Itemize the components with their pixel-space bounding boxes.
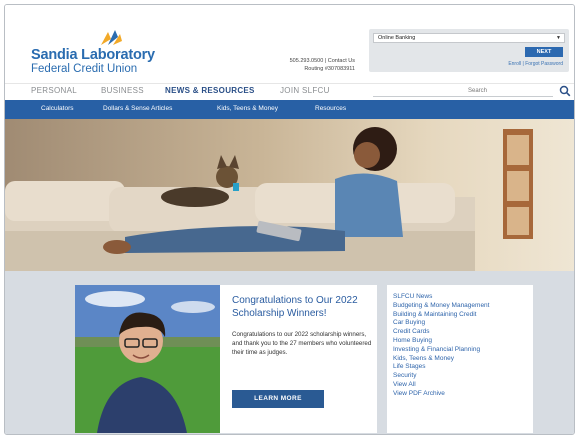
resource-link[interactable]: Budgeting & Money Management <box>393 302 527 311</box>
slfcu-logo-icon <box>101 30 122 45</box>
logo-text-line1: Sandia Laboratory <box>31 47 155 63</box>
login-panel: Online Banking ▼ NEXT Enroll | Forgot Pa… <box>369 29 569 72</box>
subnav-calculators[interactable]: Calculators <box>41 105 74 112</box>
subnav-dollars-sense-articles[interactable]: Dollars & Sense Articles <box>103 105 172 112</box>
tab-news-resources[interactable]: NEWS & RESOURCES <box>165 86 255 95</box>
phone-number[interactable]: 505.293.0500 <box>290 58 324 64</box>
tab-join-slfcu[interactable]: JOIN SLFCU <box>280 86 330 95</box>
search-underline <box>373 96 553 97</box>
site-header: Sandia Laboratory Federal Credit Union 5… <box>5 5 574 83</box>
feature-title: Congratulations to Our 2022 Scholarship … <box>232 295 358 319</box>
resource-link[interactable]: Investing & Financial Planning <box>393 346 527 355</box>
contact-us-link[interactable]: Contact Us <box>328 58 355 64</box>
chevron-down-icon: ▼ <box>556 35 561 41</box>
resource-link[interactable]: Security <box>393 372 527 381</box>
browser-frame: Sandia Laboratory Federal Credit Union 5… <box>4 4 575 435</box>
hero-image <box>5 119 574 271</box>
resource-link[interactable]: Home Buying <box>393 337 527 346</box>
feature-body: Congratulations to our 2022 scholarship … <box>232 331 372 356</box>
tab-business[interactable]: BUSINESS <box>101 86 144 95</box>
subnav-resources[interactable]: Resources <box>315 105 346 112</box>
online-banking-select[interactable]: Online Banking ▼ <box>373 33 565 43</box>
main-nav: PERSONAL BUSINESS NEWS & RESOURCES JOIN … <box>5 83 574 98</box>
sub-nav: Calculators Dollars & Sense Articles Kid… <box>5 100 574 119</box>
resource-links-panel: SLFCU News Budgeting & Money Management … <box>387 285 533 433</box>
search-icon[interactable] <box>559 85 571 97</box>
login-links: Enroll | Forgot Password <box>508 61 563 67</box>
resource-link[interactable]: View All <box>393 381 527 390</box>
next-button[interactable]: NEXT <box>525 47 563 57</box>
subnav-kids-teens-money[interactable]: Kids, Teens & Money <box>217 105 278 112</box>
search-input[interactable]: Search <box>468 88 487 94</box>
logo-text-line2: Federal Credit Union <box>31 63 138 75</box>
routing-number: Routing #307083911 <box>304 66 355 72</box>
learn-more-button[interactable]: LEARN MORE <box>232 390 324 408</box>
enroll-link[interactable]: Enroll <box>508 61 521 67</box>
contact-info: 505.293.0500 | Contact Us Routing #30708… <box>255 57 355 73</box>
resource-links-list: SLFCU News Budgeting & Money Management … <box>393 293 527 399</box>
resource-link[interactable]: Car Buying <box>393 319 527 328</box>
resource-link[interactable]: Life Stages <box>393 363 527 372</box>
feature-card: Congratulations to Our 2022 Scholarship … <box>75 285 377 433</box>
tab-personal[interactable]: PERSONAL <box>31 86 77 95</box>
resource-link[interactable]: Kids, Teens & Money <box>393 355 527 364</box>
hero-illustration <box>5 119 574 271</box>
content-section: Congratulations to Our 2022 Scholarship … <box>5 271 574 434</box>
scholarship-winner-photo <box>75 285 220 433</box>
online-banking-select-value: Online Banking <box>378 35 416 41</box>
resource-link[interactable]: View PDF Archive <box>393 390 527 399</box>
forgot-password-link[interactable]: Forgot Password <box>525 61 563 67</box>
login-link-separator: | <box>522 61 524 67</box>
resource-link[interactable]: Credit Cards <box>393 328 527 337</box>
resource-link[interactable]: SLFCU News <box>393 293 527 302</box>
resource-link[interactable]: Building & Maintaining Credit <box>393 311 527 320</box>
